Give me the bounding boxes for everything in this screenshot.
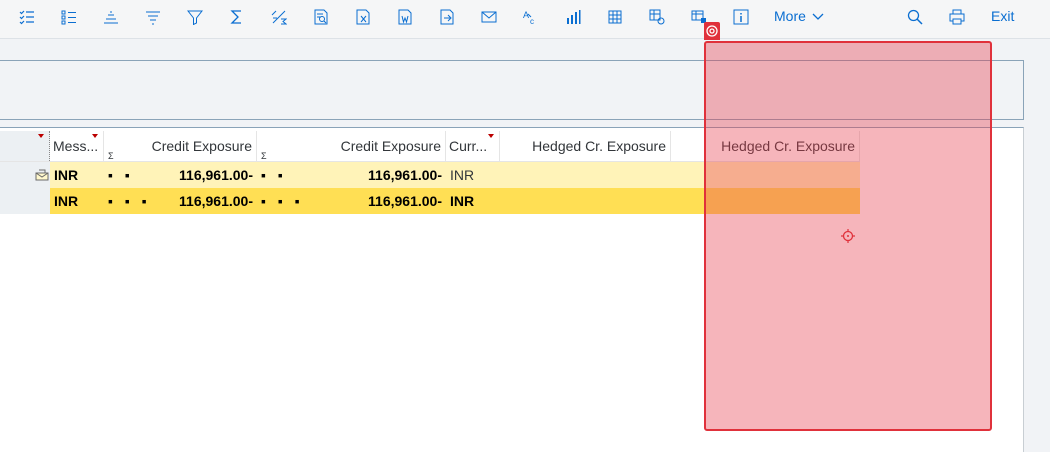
column-header-label: Hedged Cr. Exposure — [721, 138, 855, 154]
sum-indicator-icon: Σ — [261, 151, 267, 161]
export-local-icon[interactable] — [436, 6, 458, 28]
filter-lines-icon[interactable] — [142, 6, 164, 28]
column-header-credit-exposure-1[interactable]: Σ Credit Exposure — [104, 131, 257, 161]
column-header-currency[interactable]: Curr... — [446, 131, 500, 161]
layout-grid-icon[interactable] — [604, 6, 626, 28]
info-icon[interactable] — [730, 6, 752, 28]
column-header-hedged-exposure-1[interactable]: Hedged Cr. Exposure — [500, 131, 671, 161]
chevron-down-icon — [812, 10, 824, 22]
cell-message: INR — [54, 167, 79, 183]
splitter-handle[interactable] — [350, 121, 364, 134]
print-preview-icon[interactable] — [310, 6, 332, 28]
column-header-label: Mess... — [53, 138, 99, 154]
filter-icon[interactable] — [184, 6, 206, 28]
column-header-label: Curr... — [449, 138, 488, 154]
grid-settings-icon[interactable] — [646, 6, 668, 28]
svg-text:c: c — [530, 17, 534, 25]
sum-icon[interactable] — [226, 6, 248, 28]
export-excel-icon[interactable] — [352, 6, 374, 28]
column-header-credit-exposure-2[interactable]: Σ Credit Exposure — [257, 131, 446, 161]
export-word-icon[interactable] — [394, 6, 416, 28]
column-header-label: Credit Exposure — [151, 138, 252, 154]
cell-credit-exposure-1: 116,961.00- — [179, 167, 253, 183]
bar-chart-icon[interactable] — [562, 6, 584, 28]
mail-icon[interactable] — [478, 6, 500, 28]
cell-credit-exposure-2: 116,961.00- — [368, 167, 442, 183]
column-header-message[interactable]: Mess... — [50, 131, 104, 161]
column-header-hedged-exposure-2[interactable]: Hedged Cr. Exposure — [671, 131, 860, 161]
sum-indicator-icon: Σ — [108, 151, 114, 161]
list-icon[interactable] — [58, 6, 80, 28]
table-row[interactable]: INR ▪ ▪ ▪ 116,961.00- ▪ ▪ ▪ 116,961.00- … — [0, 188, 860, 214]
abc-icon[interactable]: Ac — [520, 6, 542, 28]
message-envelope-icon — [35, 169, 49, 181]
grid-header-row: Mess... Σ Credit Exposure Σ Credit Expos… — [0, 131, 860, 162]
application-toolbar: Ac More Exit — [0, 0, 1050, 39]
row-selector[interactable] — [0, 188, 50, 214]
cell-currency: INR — [450, 193, 475, 209]
cell-message: INR — [54, 193, 79, 209]
row-selector[interactable] — [0, 162, 50, 188]
exit-button[interactable]: Exit — [991, 8, 1014, 24]
highlight-badge — [704, 22, 720, 40]
more-button[interactable]: More — [774, 8, 806, 24]
cell-credit-exposure-1: 116,961.00- — [179, 193, 253, 209]
table-row[interactable]: INR ▪ ▪ 116,961.00- ▪ ▪ 116,961.00- INR — [0, 162, 860, 188]
subtotal-icon[interactable] — [268, 6, 290, 28]
search-icon[interactable] — [904, 6, 926, 28]
alv-grid: Mess... Σ Credit Exposure Σ Credit Expos… — [0, 127, 1024, 452]
align-top-icon[interactable] — [100, 6, 122, 28]
column-header-label: Hedged Cr. Exposure — [532, 138, 666, 154]
checklist-icon[interactable] — [16, 6, 38, 28]
selection-header-panel — [0, 60, 1024, 120]
crosshair-target-icon — [841, 229, 855, 243]
column-header-label: Credit Exposure — [340, 138, 441, 154]
cell-credit-exposure-2: 116,961.00- — [368, 193, 442, 209]
filter-indicator-icon — [92, 134, 98, 138]
sort-indicator-icon — [38, 134, 44, 138]
svg-text:A: A — [523, 10, 529, 20]
cell-currency: INR — [450, 167, 475, 183]
print-icon[interactable] — [946, 6, 968, 28]
row-selector-header[interactable] — [0, 131, 50, 161]
filter-indicator-icon — [488, 134, 494, 138]
